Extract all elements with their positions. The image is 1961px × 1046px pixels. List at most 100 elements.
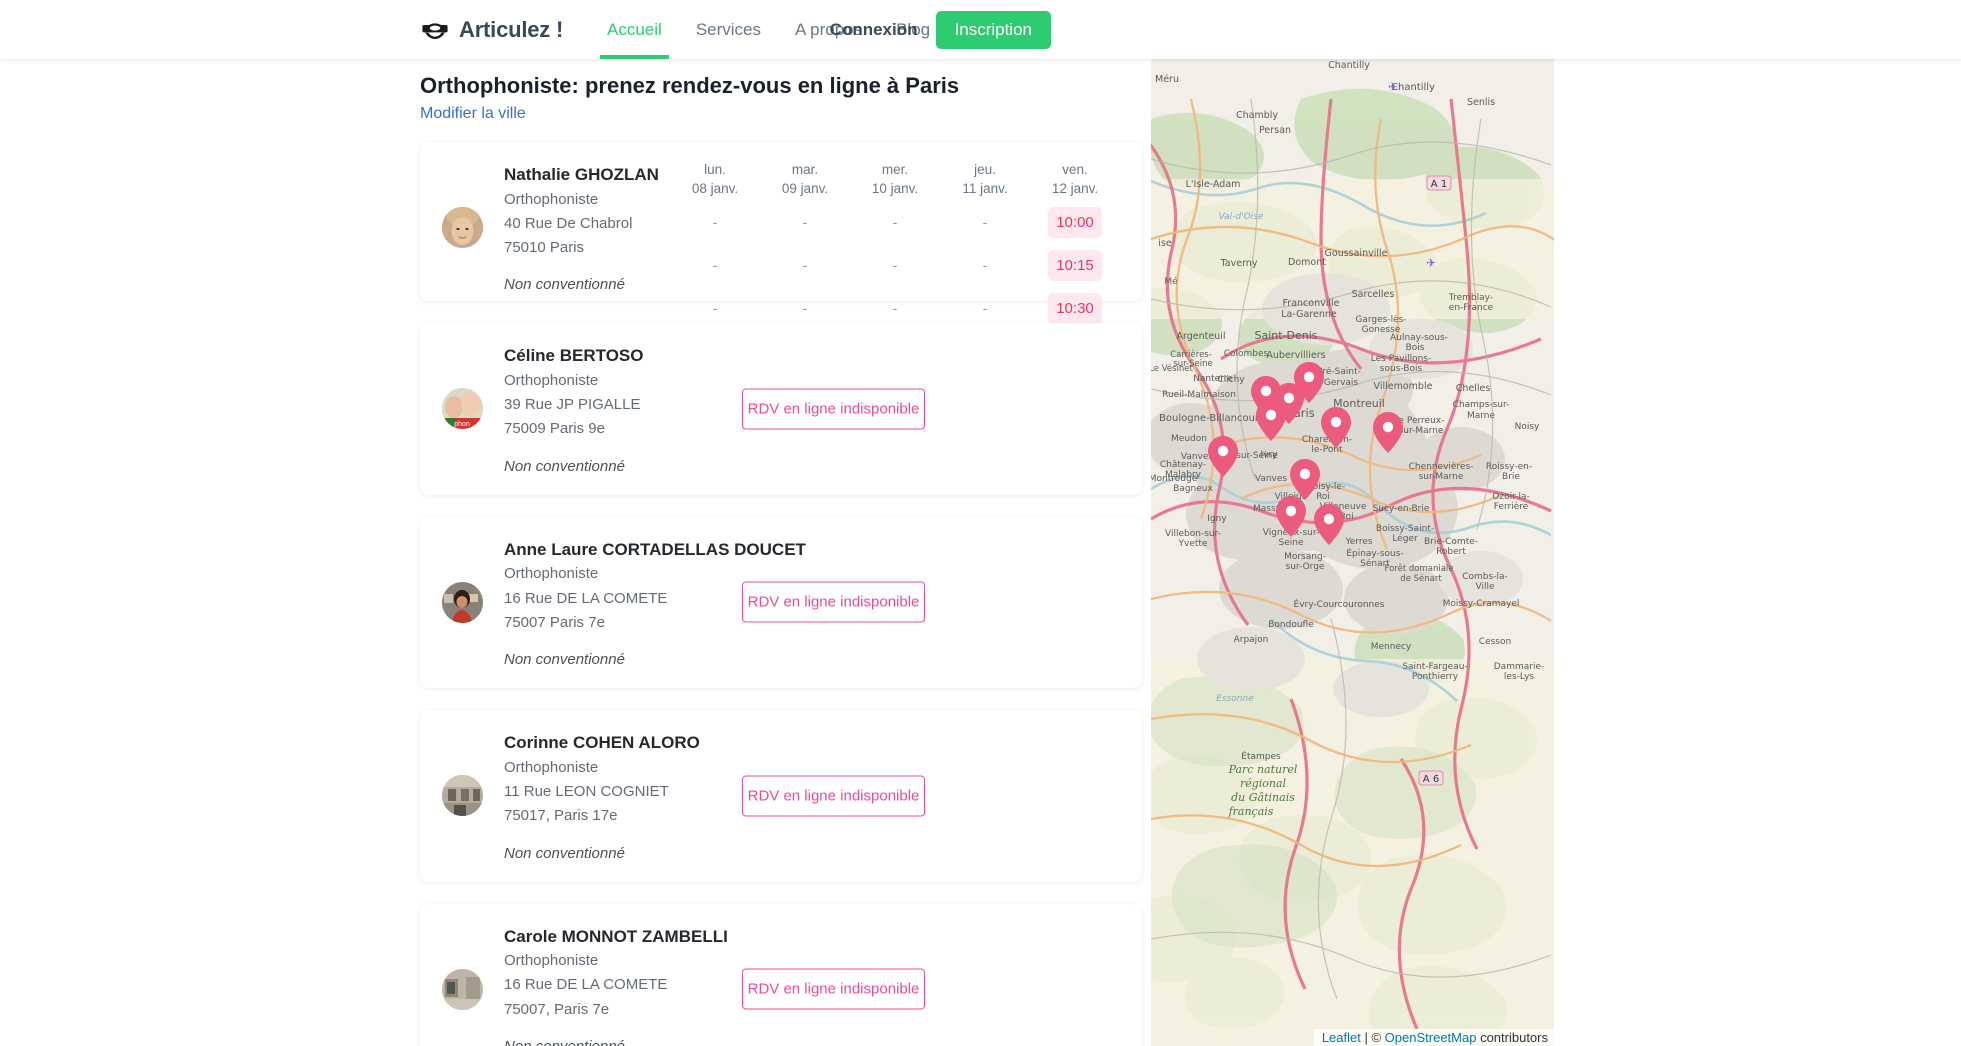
nav-account-actions: Connexion Inscription: [830, 0, 1051, 59]
svg-text:Villemomble: Villemomble: [1374, 381, 1433, 392]
avatar: [442, 968, 483, 1010]
practitioner-convention: Non conventionné: [504, 1038, 834, 1046]
availability-day-header: ven. 12 janv.: [1030, 160, 1120, 198]
slot-empty: -: [892, 257, 898, 274]
svg-text:du Gâtinais: du Gâtinais: [1231, 791, 1295, 804]
rdv-unavailable-button[interactable]: RDV en ligne indisponible: [742, 388, 925, 430]
map-canvas[interactable]: Méru Senlis Chantilly Chantilly Chambly …: [1151, 59, 1554, 1046]
svg-text:Malabry: Malabry: [1165, 470, 1202, 480]
practitioner-list: Nathalie GHOZLAN Orthophoniste 40 Rue De…: [420, 142, 1142, 1046]
svg-text:Parc naturel: Parc naturel: [1228, 763, 1298, 776]
svg-text:Arpajon: Arpajon: [1234, 635, 1269, 645]
nav-item-services[interactable]: Services: [679, 0, 778, 59]
svg-text:Sarcelles: Sarcelles: [1352, 289, 1395, 300]
svg-text:Yvette: Yvette: [1178, 539, 1208, 549]
slot-empty: -: [712, 214, 718, 231]
practitioner-card[interactable]: Corinne COHEN ALORO Orthophoniste 11 Rue…: [420, 710, 1142, 882]
svg-text:Chelles: Chelles: [1456, 383, 1491, 394]
svg-text:Bois: Bois: [1406, 343, 1425, 353]
svg-text:français: français: [1228, 805, 1274, 818]
slot-empty: -: [982, 214, 988, 231]
svg-text:Moissy-Cramayel: Moissy-Cramayel: [1443, 599, 1520, 609]
svg-text:La-Garenne: La-Garenne: [1281, 309, 1337, 320]
svg-text:✈: ✈: [1388, 80, 1398, 94]
avatar: [442, 775, 483, 817]
brand-logo-link[interactable]: Articulez !: [420, 0, 563, 59]
svg-text:Champs-sur-: Champs-sur-: [1453, 400, 1510, 410]
avatar: phon: [442, 388, 483, 430]
svg-text:Sucy-en-Brie: Sucy-en-Brie: [1373, 504, 1430, 514]
svg-text:sous-Bois: sous-Bois: [1380, 364, 1423, 374]
svg-text:sur-Marne: sur-Marne: [1419, 472, 1464, 482]
svg-text:ise: ise: [1158, 238, 1172, 249]
svg-text:Chantilly: Chantilly: [1328, 60, 1370, 71]
signup-button[interactable]: Inscription: [935, 10, 1051, 49]
slot-empty: -: [892, 300, 898, 317]
svg-text:Franconville: Franconville: [1283, 298, 1340, 309]
availability-slot-row: - - - - 10:00: [670, 203, 1120, 241]
svg-text:Ivry: Ivry: [1260, 450, 1278, 460]
slot-empty: -: [982, 300, 988, 317]
svg-text:Noisy: Noisy: [1515, 422, 1540, 432]
login-link[interactable]: Connexion: [830, 20, 918, 40]
practitioner-card[interactable]: Anne Laure CORTADELLAS DOUCET Orthophoni…: [420, 516, 1142, 689]
svg-text:Mennecy: Mennecy: [1371, 642, 1412, 652]
modify-city-link[interactable]: Modifier la ville: [420, 105, 526, 123]
leaflet-link[interactable]: Leaflet: [1322, 1030, 1361, 1045]
svg-text:Saint-Fargeau-: Saint-Fargeau-: [1402, 662, 1467, 672]
megaphone-mouth-logo-icon: [420, 18, 450, 42]
svg-text:Roissy-en-: Roissy-en-: [1486, 462, 1532, 472]
attribution-tail: contributors: [1476, 1030, 1548, 1045]
svg-text:Marne: Marne: [1467, 411, 1496, 421]
svg-text:✈: ✈: [1426, 256, 1436, 270]
openstreetmap-link[interactable]: OpenStreetMap: [1385, 1030, 1477, 1045]
time-slot-button[interactable]: 10:30: [1048, 292, 1102, 324]
svg-text:en-France: en-France: [1449, 303, 1494, 313]
svg-text:Bondoufle: Bondoufle: [1268, 620, 1314, 630]
svg-text:Cesson: Cesson: [1479, 637, 1511, 647]
availability-day-header: lun. 08 janv.: [670, 160, 760, 198]
practitioner-card[interactable]: Carole MONNOT ZAMBELLI Orthophoniste 16 …: [420, 903, 1142, 1046]
svg-text:les-Lys: les-Lys: [1504, 672, 1534, 682]
availability-slot-row: - - - - 10:15: [670, 246, 1120, 284]
svg-text:A 6: A 6: [1423, 774, 1439, 785]
practitioner-name: Corinne COHEN ALORO: [504, 733, 700, 753]
svg-text:régional: régional: [1240, 777, 1287, 790]
rdv-unavailable-button[interactable]: RDV en ligne indisponible: [742, 775, 925, 817]
svg-text:Villebon-sur-: Villebon-sur-: [1165, 529, 1221, 539]
svg-text:sur-Marne: sur-Marne: [1399, 426, 1444, 436]
svg-text:Goussainville: Goussainville: [1325, 248, 1388, 259]
practitioner-card[interactable]: Nathalie GHOZLAN Orthophoniste 40 Rue De…: [420, 142, 1142, 358]
svg-text:Dammarie-: Dammarie-: [1494, 662, 1544, 672]
svg-text:Persan: Persan: [1259, 125, 1291, 136]
svg-text:Colombes: Colombes: [1224, 349, 1269, 359]
svg-text:Méru: Méru: [1155, 74, 1179, 85]
day-date: 10 janv.: [871, 181, 919, 197]
day-date: 09 janv.: [781, 181, 829, 197]
svg-text:Forêt domaniale: Forêt domaniale: [1385, 563, 1454, 574]
map-attribution: Leaflet | © OpenStreetMap contributors: [1313, 1029, 1554, 1046]
nav-item-accueil[interactable]: Accueil: [590, 0, 679, 59]
slot-empty: -: [712, 300, 718, 317]
svg-text:Aubervilliers: Aubervilliers: [1266, 350, 1325, 361]
svg-text:Le Vésinet: Le Vésinet: [1151, 363, 1193, 374]
svg-text:Combs-la-: Combs-la-: [1462, 572, 1507, 582]
svg-text:Igny: Igny: [1207, 514, 1227, 524]
svg-text:Argenteuil: Argenteuil: [1176, 331, 1225, 342]
svg-text:Saint-Denis: Saint-Denis: [1254, 329, 1317, 342]
rdv-unavailable-button[interactable]: RDV en ligne indisponible: [742, 581, 925, 623]
svg-text:Ponthierry: Ponthierry: [1412, 672, 1459, 682]
svg-text:Taverny: Taverny: [1220, 258, 1258, 269]
practitioner-convention: Non conventionné: [504, 457, 625, 475]
time-slot-button[interactable]: 10:15: [1048, 249, 1102, 281]
map-column: Méru Senlis Chantilly Chantilly Chambly …: [1150, 59, 1961, 1046]
svg-text:Brie-Comte-: Brie-Comte-: [1424, 537, 1478, 547]
slot-empty: -: [712, 257, 718, 274]
day-date: 08 janv.: [691, 181, 739, 197]
rdv-unavailable-button[interactable]: RDV en ligne indisponible: [742, 968, 925, 1010]
svg-text:Ville: Ville: [1476, 582, 1495, 592]
svg-text:Essonne: Essonne: [1216, 694, 1254, 704]
time-slot-button[interactable]: 10:00: [1048, 206, 1102, 238]
practitioner-card[interactable]: phon Céline BERTOSO Orthophoniste 39 Rue…: [420, 323, 1142, 495]
svg-text:Boissy-Saint-: Boissy-Saint-: [1376, 524, 1434, 534]
